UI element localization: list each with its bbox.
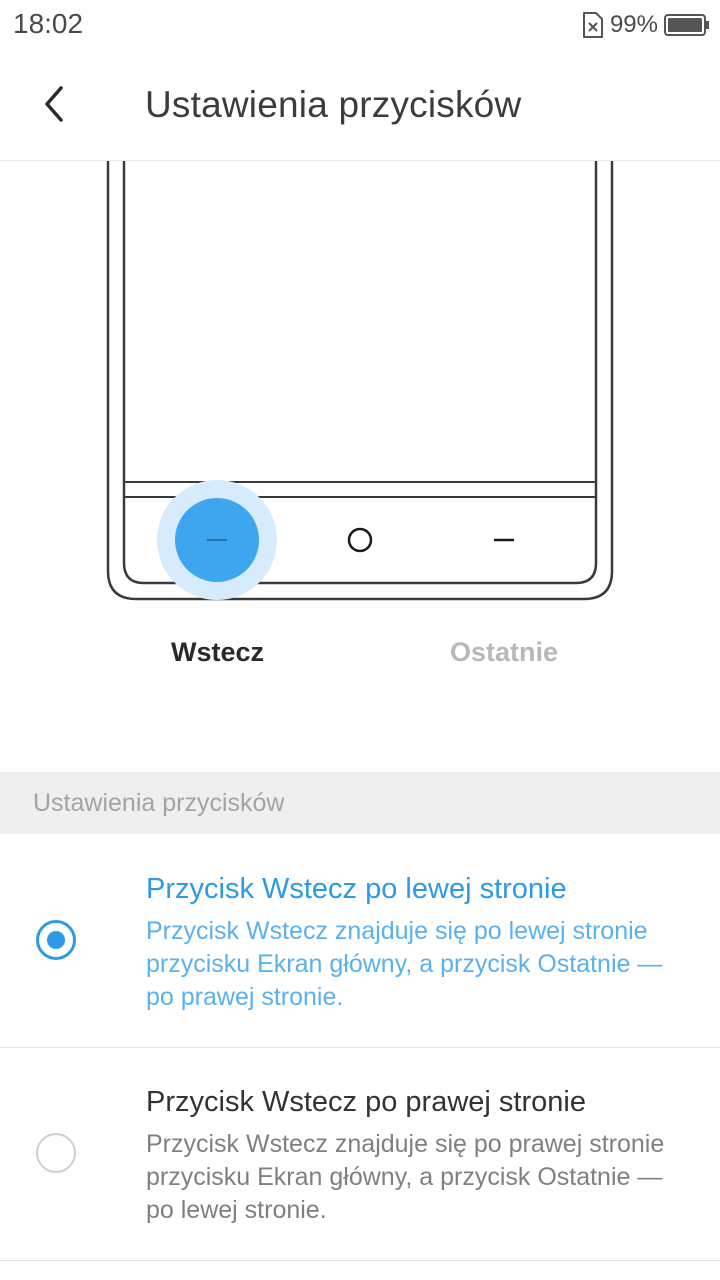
page-title: Ustawienia przycisków xyxy=(145,84,522,125)
battery-icon xyxy=(664,14,709,36)
no-sim-icon xyxy=(582,12,603,38)
button-settings-screen: 18:02 99% Ustawienia przycisków Wstecz O… xyxy=(0,0,720,1280)
section-header: Ustawienia przycisków xyxy=(0,772,720,834)
phone-illustration xyxy=(106,161,614,601)
option-back-right[interactable]: Przycisk Wstecz po prawej stronie Przyci… xyxy=(0,1048,720,1261)
app-header: Ustawienia przycisków xyxy=(0,50,720,161)
tab-recent[interactable]: Ostatnie xyxy=(450,637,558,668)
status-indicators: 99% xyxy=(582,9,710,41)
radio-checked[interactable] xyxy=(36,920,76,960)
status-time: 18:02 xyxy=(13,8,84,39)
status-bar: 18:02 99% xyxy=(0,0,720,50)
chevron-left-icon xyxy=(45,86,63,122)
tab-back[interactable]: Wstecz xyxy=(171,637,264,668)
navigation-bar-illustration xyxy=(0,161,720,611)
radio-dot xyxy=(47,931,65,949)
option-back-left[interactable]: Przycisk Wstecz po lewej stronie Przycis… xyxy=(0,835,720,1048)
option-title: Przycisk Wstecz po lewej stronie xyxy=(146,873,567,905)
radio-unchecked[interactable] xyxy=(36,1133,76,1173)
home-circle-icon xyxy=(347,527,373,553)
section-header-label: Ustawienia przycisków xyxy=(33,789,285,817)
option-description: Przycisk Wstecz znajduje się po lewej st… xyxy=(146,917,663,1011)
back-button[interactable] xyxy=(28,78,80,130)
option-description: Przycisk Wstecz znajduje się po prawej s… xyxy=(146,1130,665,1224)
option-title: Przycisk Wstecz po prawej stronie xyxy=(146,1086,586,1118)
battery-percent: 99% xyxy=(609,11,658,38)
